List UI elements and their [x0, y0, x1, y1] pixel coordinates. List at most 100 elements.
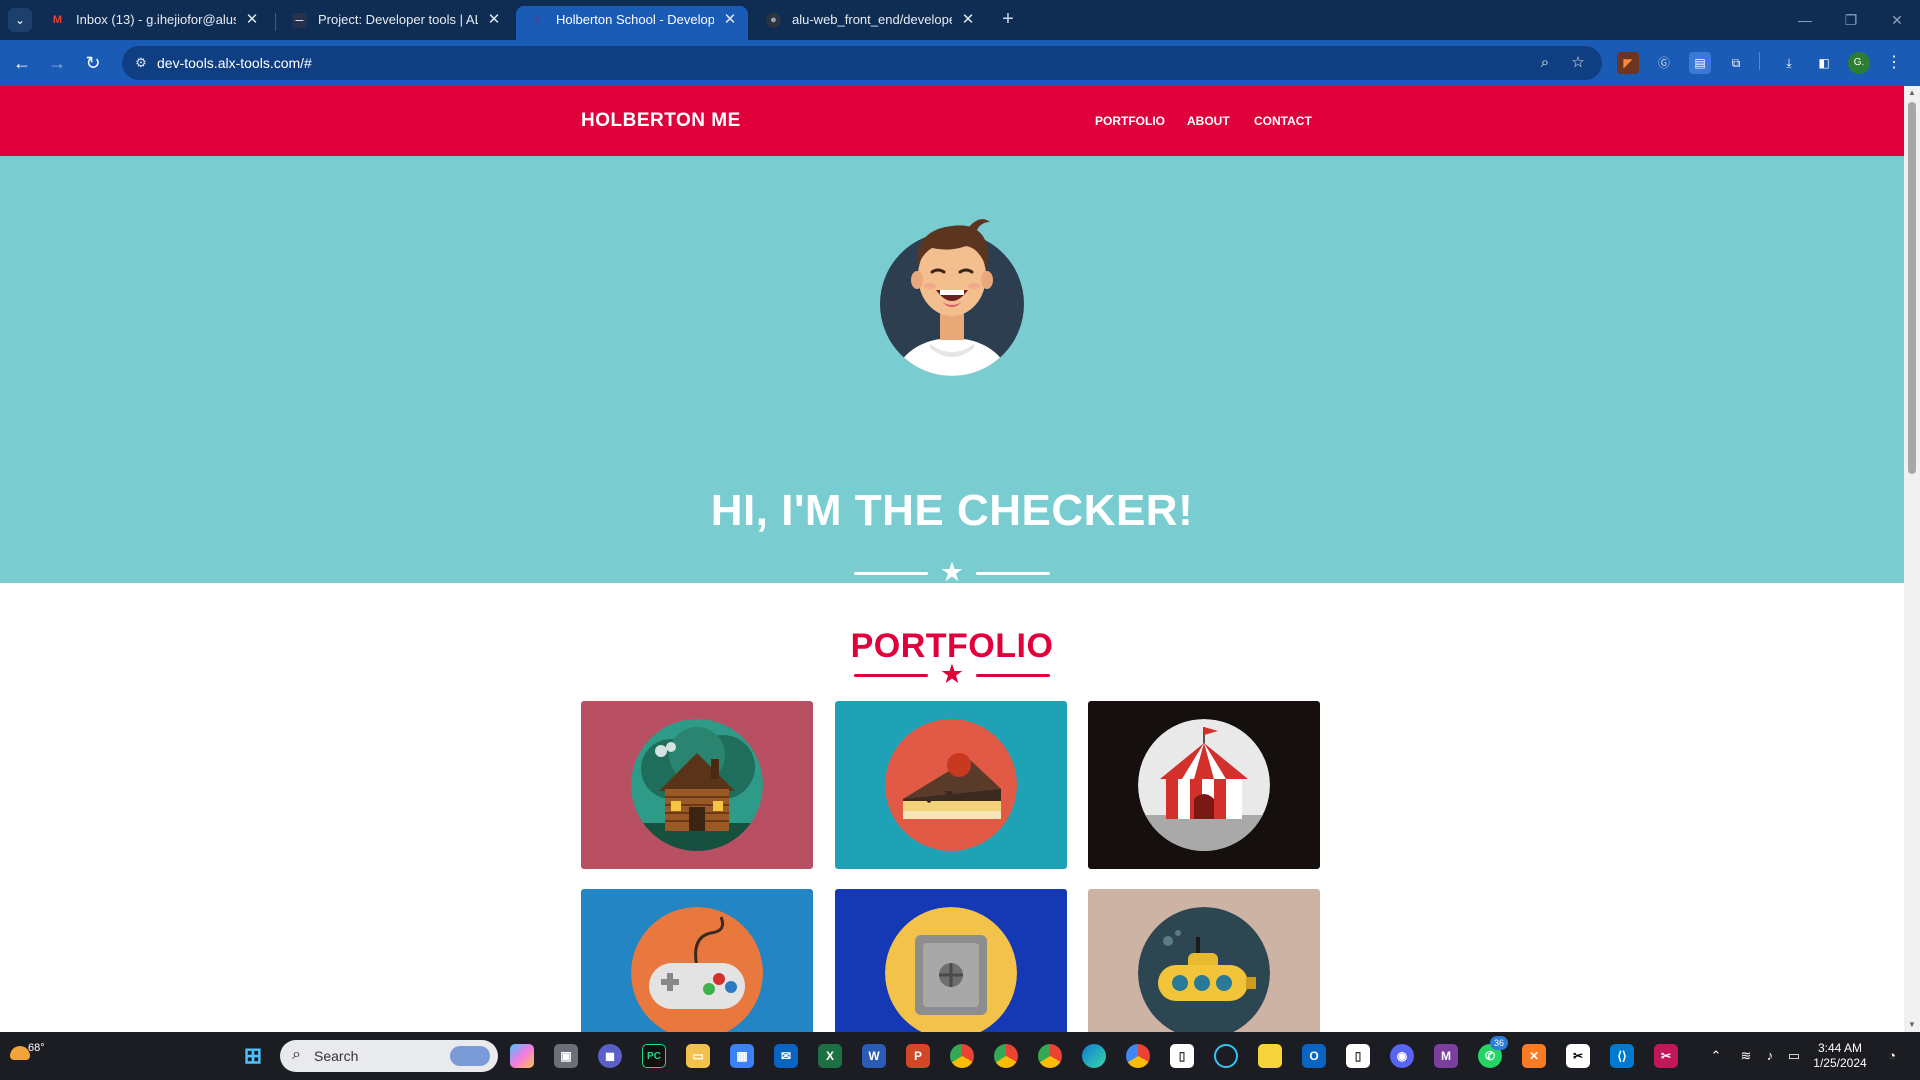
- copilot-icon[interactable]: [510, 1044, 534, 1068]
- xampp-icon[interactable]: ✕: [1522, 1044, 1546, 1068]
- close-icon[interactable]: ✕: [486, 6, 502, 34]
- close-icon[interactable]: ✕: [722, 6, 738, 34]
- notification-badge: 36: [1490, 1036, 1508, 1050]
- snipping-tool-icon[interactable]: ✂: [1654, 1044, 1678, 1068]
- clock-time: 3:44 AM: [1817, 1041, 1863, 1055]
- start-windows-icon[interactable]: ⊞: [241, 1044, 265, 1068]
- portfolio-item-cabin[interactable]: [581, 701, 813, 869]
- tab-search-button[interactable]: ⌄: [8, 8, 32, 32]
- portfolio-item-game[interactable]: [581, 889, 813, 1032]
- address-bar[interactable]: ⚙ dev-tools.alx-tools.com/# ⌕ ☆: [122, 46, 1602, 80]
- tab-title: Holberton School - Developer t: [556, 12, 714, 27]
- gmail-icon: M: [52, 14, 63, 26]
- minimize-button[interactable]: —: [1782, 0, 1828, 40]
- taskbar-search[interactable]: ⌕ Search: [280, 1040, 498, 1072]
- holberton-icon: ǀ: [535, 14, 540, 26]
- zoom-icon[interactable]: ⌕: [1535, 53, 1555, 73]
- chrome-icon[interactable]: [994, 1044, 1018, 1068]
- chrome-icon[interactable]: [1038, 1044, 1062, 1068]
- volume-icon[interactable]: ♪: [1760, 1032, 1780, 1080]
- powerpoint-icon[interactable]: P: [906, 1044, 930, 1068]
- file-icon[interactable]: ▯: [1346, 1044, 1370, 1068]
- scrollbar-thumb[interactable]: [1908, 102, 1916, 474]
- portfolio-item-safe[interactable]: [835, 889, 1067, 1032]
- bookmark-star-icon[interactable]: ☆: [1568, 53, 1588, 73]
- tab-separator: [275, 13, 276, 31]
- downloads-icon[interactable]: ⤓: [1778, 52, 1800, 74]
- weather-widget[interactable]: 68°: [8, 1040, 48, 1072]
- capcut-icon[interactable]: ✂: [1566, 1044, 1590, 1068]
- scroll-up-arrow-icon[interactable]: ▲: [1904, 86, 1920, 100]
- notepad-icon[interactable]: ▯: [1170, 1044, 1194, 1068]
- chrome-icon[interactable]: [1126, 1044, 1150, 1068]
- cortana-icon[interactable]: [1214, 1044, 1238, 1068]
- windows-taskbar: 68° ⊞ ⌕ Search ▣ ◼ PC ▭ ▦ ✉ X W P ▯ O ▯ …: [0, 1032, 1920, 1080]
- search-icon: ⌕: [292, 1046, 301, 1063]
- file-explorer-icon[interactable]: ▭: [686, 1044, 710, 1068]
- url-text[interactable]: dev-tools.alx-tools.com/#: [157, 46, 312, 80]
- battery-icon[interactable]: ▭: [1784, 1032, 1804, 1080]
- new-tab-button[interactable]: +: [996, 8, 1020, 32]
- task-view-icon[interactable]: ▣: [554, 1044, 578, 1068]
- tab-title: Project: Developer tools | ALU In: [318, 12, 478, 27]
- portfolio-item-cake[interactable]: [835, 701, 1067, 869]
- taskbar-clock[interactable]: 3:44 AM 1/25/2024: [1810, 1041, 1870, 1071]
- tab-project[interactable]: ― Project: Developer tools | ALU In ✕: [278, 6, 512, 40]
- browser-toolbar: ← → ↻ ⚙ dev-tools.alx-tools.com/# ⌕ ☆ ◤ …: [0, 40, 1920, 86]
- teams-chat-icon[interactable]: ◼: [598, 1044, 622, 1068]
- divider-line: [976, 572, 1050, 575]
- profile-avatar[interactable]: G.: [1848, 52, 1870, 74]
- restore-button[interactable]: ❐: [1828, 0, 1874, 40]
- microsoft-store-icon[interactable]: ▦: [730, 1044, 754, 1068]
- outlook-icon[interactable]: O: [1302, 1044, 1326, 1068]
- extension-icon[interactable]: ◤: [1617, 52, 1639, 74]
- hero-title: HI, I'M THE CHECKER!: [710, 486, 1194, 535]
- menu-icon[interactable]: ⋮: [1883, 52, 1905, 74]
- edge-icon[interactable]: [1082, 1044, 1106, 1068]
- portfolio-item-submarine[interactable]: [1088, 889, 1320, 1032]
- reload-button[interactable]: ↻: [80, 50, 106, 76]
- tray-overflow-chevron-icon[interactable]: ⌃: [1704, 1032, 1728, 1080]
- pycharm-icon[interactable]: PC: [642, 1044, 666, 1068]
- sticky-notes-icon[interactable]: [1258, 1044, 1282, 1068]
- nav-link-about[interactable]: ABOUT: [1187, 86, 1230, 156]
- site-brand[interactable]: HOLBERTON ME: [581, 86, 741, 156]
- close-icon[interactable]: ✕: [960, 6, 976, 34]
- site-info-icon[interactable]: ⚙: [132, 54, 150, 72]
- excel-icon[interactable]: X: [818, 1044, 842, 1068]
- alu-icon: ―: [292, 13, 307, 28]
- divider-line: [854, 674, 928, 677]
- notifications-bell-icon[interactable]: ◔: [1880, 1032, 1904, 1080]
- divider-line: [854, 572, 928, 575]
- toolbar-separator: [1759, 52, 1760, 70]
- tab-github[interactable]: ● alu-web_front_end/developer_t ✕: [752, 6, 986, 40]
- safe-illustration: [885, 907, 1017, 1032]
- search-placeholder: Search: [314, 1048, 359, 1064]
- portfolio-item-circus[interactable]: [1088, 701, 1320, 869]
- extensions-puzzle-icon[interactable]: ⧉: [1725, 52, 1747, 74]
- chrome-icon[interactable]: [950, 1044, 974, 1068]
- app-m-icon[interactable]: M: [1434, 1044, 1458, 1068]
- wifi-icon[interactable]: ≋: [1736, 1032, 1756, 1080]
- nav-link-portfolio[interactable]: PORTFOLIO: [1095, 86, 1165, 156]
- word-icon[interactable]: W: [862, 1044, 886, 1068]
- back-button[interactable]: ←: [9, 50, 35, 76]
- forward-button[interactable]: →: [44, 50, 70, 76]
- tab-inbox[interactable]: M Inbox (13) - g.ihejiofor@alustud ✕: [36, 6, 270, 40]
- weather-icon: [10, 1046, 30, 1060]
- nav-link-contact[interactable]: CONTACT: [1254, 86, 1312, 156]
- close-icon[interactable]: ✕: [244, 6, 260, 34]
- cake-illustration: [885, 719, 1017, 851]
- close-window-button[interactable]: ✕: [1874, 0, 1920, 40]
- side-panel-icon[interactable]: ◧: [1813, 52, 1835, 74]
- hero-section: HI, I'M THE CHECKER! ★: [0, 156, 1904, 586]
- cabin-illustration: [631, 719, 763, 851]
- scroll-down-arrow-icon[interactable]: ▼: [1904, 1018, 1920, 1032]
- grammarly-icon[interactable]: Ⓖ: [1653, 52, 1675, 74]
- page-scrollbar[interactable]: ▲ ▼: [1904, 86, 1920, 1032]
- tab-holberton[interactable]: ǀ Holberton School - Developer t ✕: [516, 6, 748, 40]
- extension-icon[interactable]: ▤: [1689, 52, 1711, 74]
- vscode-icon[interactable]: ⟨⟩: [1610, 1044, 1634, 1068]
- mail-icon[interactable]: ✉: [774, 1044, 798, 1068]
- discord-icon[interactable]: ◉: [1390, 1044, 1414, 1068]
